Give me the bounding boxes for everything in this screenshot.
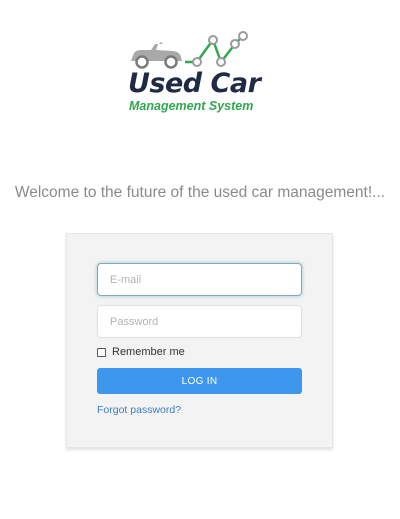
logo-title: Used Car (128, 68, 261, 99)
remember-me-label: Remember me (112, 346, 185, 358)
app-logo: Used Car Management System (125, 28, 275, 120)
remember-me[interactable]: Remember me (97, 345, 185, 359)
remember-me-checkbox[interactable] (97, 347, 106, 357)
login-button[interactable]: LOG IN (97, 368, 302, 394)
forgot-password-link[interactable]: Forgot password? (97, 404, 181, 416)
line-graph-icon (185, 31, 248, 67)
logo-subtitle: Management System (129, 99, 254, 113)
password-field[interactable] (97, 305, 302, 338)
login-card: Remember me LOG IN Forgot password? (66, 233, 333, 448)
email-field[interactable] (97, 263, 302, 296)
welcome-message: Welcome to the future of the used car ma… (14, 184, 386, 201)
login-page: Used Car Management System Welcome to th… (0, 0, 400, 519)
